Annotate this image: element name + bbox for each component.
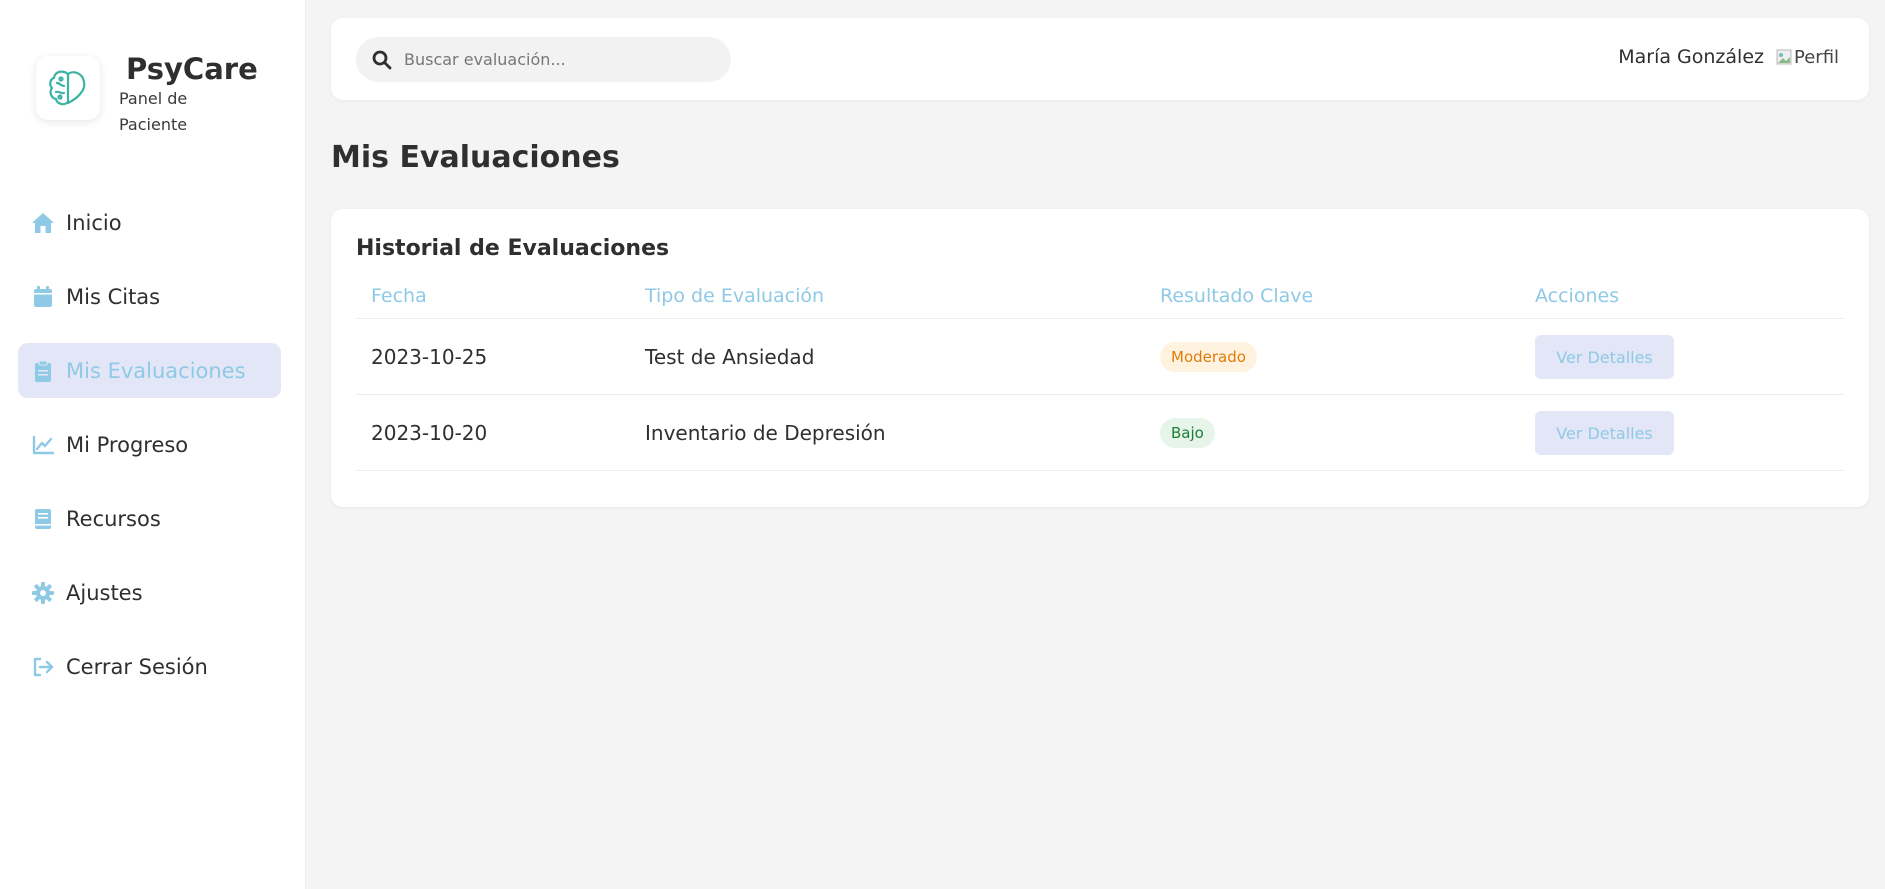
chart-line-icon bbox=[30, 432, 56, 458]
user-name: María González bbox=[1618, 46, 1764, 68]
user-menu[interactable]: María González Perfil bbox=[1618, 44, 1844, 70]
sidebar-item-label: Mis Citas bbox=[66, 284, 161, 309]
home-icon bbox=[30, 210, 56, 236]
evaluations-table: Fecha Tipo de Evaluación Resultado Clave… bbox=[356, 271, 1844, 471]
brain-heart-logo-icon bbox=[36, 56, 100, 120]
sidebar-item-recursos[interactable]: Recursos bbox=[18, 491, 281, 546]
calendar-icon bbox=[30, 284, 56, 310]
cell-type: Inventario de Depresión bbox=[645, 421, 886, 445]
card-title: Historial de Evaluaciones bbox=[356, 236, 670, 261]
sidebar-item-label: Recursos bbox=[66, 506, 161, 531]
sidebar-item-mi-progreso[interactable]: Mi Progreso bbox=[18, 417, 281, 472]
avatar[interactable]: Perfil bbox=[1776, 44, 1844, 70]
status-badge: Moderado bbox=[1160, 342, 1257, 372]
sidebar-item-label: Mis Evaluaciones bbox=[66, 358, 246, 383]
search-icon bbox=[372, 50, 392, 70]
sidebar-nav: Inicio Mis Citas Mis Evaluaciones Mi Pro… bbox=[18, 195, 281, 713]
table-header: Fecha Tipo de Evaluación Resultado Clave… bbox=[356, 271, 1844, 319]
column-header-resultado[interactable]: Resultado Clave bbox=[1160, 285, 1313, 307]
sidebar: PsyCare Panel de Paciente Inicio Mis Cit… bbox=[0, 0, 306, 889]
search-box[interactable] bbox=[356, 37, 731, 82]
page-title: Mis Evaluaciones bbox=[331, 140, 620, 175]
brand-subtitle: Panel de Paciente bbox=[119, 89, 188, 134]
evaluations-card: Historial de Evaluaciones Fecha Tipo de … bbox=[331, 209, 1869, 507]
clipboard-icon bbox=[30, 358, 56, 384]
cell-result: Bajo bbox=[1160, 395, 1215, 471]
sidebar-item-ajustes[interactable]: Ajustes bbox=[18, 565, 281, 620]
column-header-fecha[interactable]: Fecha bbox=[371, 285, 427, 307]
cell-date: 2023-10-25 bbox=[371, 345, 488, 369]
sidebar-item-mis-citas[interactable]: Mis Citas bbox=[18, 269, 281, 324]
sidebar-item-label: Inicio bbox=[66, 210, 122, 235]
cell-type: Test de Ansiedad bbox=[645, 345, 815, 369]
column-header-acciones: Acciones bbox=[1535, 285, 1620, 307]
sidebar-item-inicio[interactable]: Inicio bbox=[18, 195, 281, 250]
column-header-tipo[interactable]: Tipo de Evaluación bbox=[645, 285, 824, 307]
avatar-alt-text: Perfil bbox=[1794, 46, 1840, 68]
cell-result: Moderado bbox=[1160, 319, 1257, 395]
table-row: 2023-10-20 Inventario de Depresión Bajo … bbox=[356, 395, 1844, 471]
brand: PsyCare Panel de Paciente bbox=[36, 52, 296, 142]
cell-actions: Ver Detalles bbox=[1535, 395, 1674, 471]
top-bar: María González Perfil bbox=[331, 18, 1869, 100]
view-details-button[interactable]: Ver Detalles bbox=[1535, 411, 1674, 455]
logout-icon bbox=[30, 654, 56, 680]
search-input[interactable] bbox=[404, 50, 704, 69]
sidebar-item-cerrar-sesion[interactable]: Cerrar Sesión bbox=[18, 639, 281, 694]
view-details-button[interactable]: Ver Detalles bbox=[1535, 335, 1674, 379]
sidebar-item-mis-evaluaciones[interactable]: Mis Evaluaciones bbox=[18, 343, 281, 398]
cell-actions: Ver Detalles bbox=[1535, 319, 1674, 395]
status-badge: Bajo bbox=[1160, 418, 1215, 448]
sidebar-item-label: Ajustes bbox=[66, 580, 143, 605]
gear-icon bbox=[30, 580, 56, 606]
book-icon bbox=[30, 506, 56, 532]
brand-name: PsyCare bbox=[126, 52, 258, 86]
cell-date: 2023-10-20 bbox=[371, 421, 488, 445]
sidebar-item-label: Cerrar Sesión bbox=[66, 654, 208, 679]
sidebar-item-label: Mi Progreso bbox=[66, 432, 189, 457]
table-row: 2023-10-25 Test de Ansiedad Moderado Ver… bbox=[356, 319, 1844, 395]
